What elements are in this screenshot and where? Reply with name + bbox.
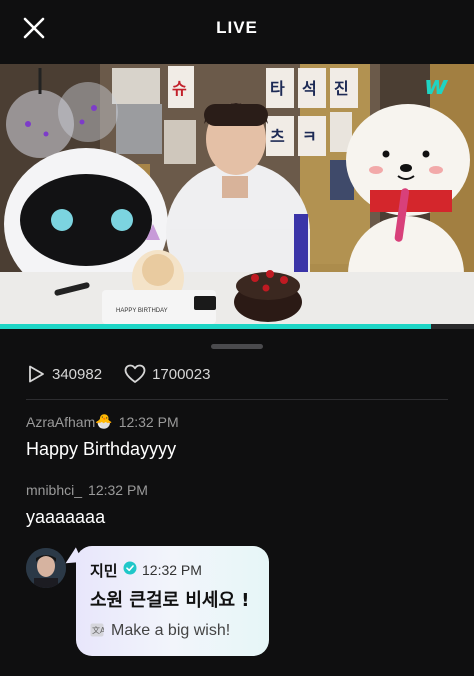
weverse-logo: w [424, 71, 449, 101]
avatar-image [26, 548, 66, 588]
artist-comment-time: 12:32 PM [142, 562, 202, 578]
comment-username[interactable]: mnibhci_ [26, 482, 82, 498]
artist-comment-bubble[interactable]: 지민 12:32 PM 소원 큰걸로 비세요 ! 文A Make a big w… [76, 546, 269, 656]
video-frame: 슈 타 석 진 츠 ㅋ HAPPY BIRTHDAY w [0, 64, 474, 326]
comment-username[interactable]: AzraAfham [26, 414, 95, 430]
poster-letter: 진 [334, 79, 349, 98]
comment-meta: mnibhci_ 12:32 PM [26, 482, 148, 498]
play-icon [29, 365, 44, 383]
verified-badge-icon [123, 561, 137, 575]
comment-text: yaaaaaaa [26, 507, 106, 527]
poster-letter: ㅋ [302, 127, 317, 146]
divider [26, 399, 448, 400]
artist-comment-translation: Make a big wish! [111, 622, 231, 639]
avatar[interactable] [26, 548, 66, 588]
play-count: 340982 [26, 364, 102, 384]
play-count-value: 340982 [52, 365, 103, 383]
like-count: 1700023 [124, 364, 210, 384]
comment-text: Happy Birthdayyyy [26, 439, 177, 459]
artist-name[interactable]: 지민 [90, 560, 118, 581]
stats-row: 340982 1700023 [26, 362, 232, 386]
video-progress-bar[interactable] [0, 324, 474, 329]
live-video-player[interactable]: 슈 타 석 진 츠 ㅋ HAPPY BIRTHDAY w [0, 64, 474, 326]
comment-time: 12:32 PM [118, 414, 179, 430]
poster-letter: 타 [270, 79, 285, 98]
like-count-value: 1700023 [152, 365, 211, 383]
comment-time: 12:32 PM [88, 482, 148, 498]
drag-handle[interactable] [211, 344, 263, 349]
translate-icon[interactable]: 文A [90, 623, 104, 637]
artist-comment-text: 소원 큰걸로 비세요 ! [90, 590, 250, 611]
poster-letter: 슈 [172, 79, 187, 98]
page-title: LIVE [216, 18, 258, 37]
cake-topper-text: HAPPY BIRTHDAY [116, 308, 168, 314]
svg-text:文A: 文A [92, 625, 104, 635]
comment-meta: AzraAfham 🐣 12:32 PM [26, 414, 179, 430]
poster-letter: 츠 [270, 127, 285, 146]
video-progress-fill [0, 324, 432, 329]
top-bar: LIVE [0, 0, 474, 64]
heart-icon[interactable] [124, 364, 146, 384]
poster-letter: 석 [302, 79, 317, 98]
chick-emoji: 🐣 [95, 414, 113, 430]
